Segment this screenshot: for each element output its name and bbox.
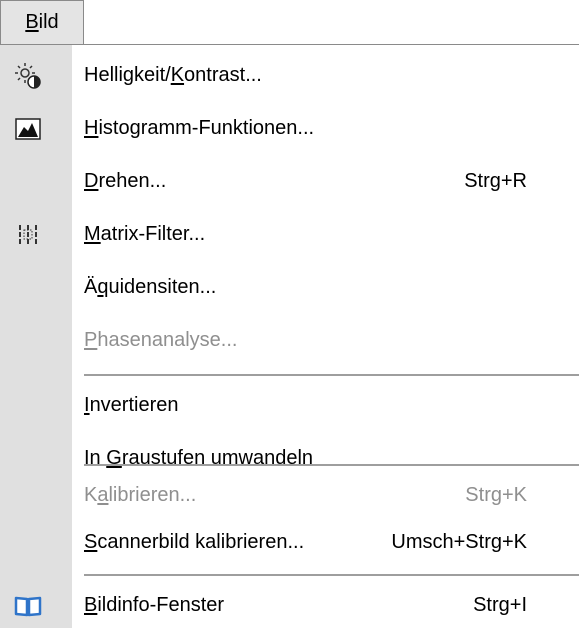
menu-item-invert[interactable]: Invertieren [0,383,579,428]
menu-item-label: Histogramm-Funktionen... [84,117,315,139]
menu-item-label: Scannerbild kalibrieren... [84,531,305,553]
menu-item-label: Äquidensiten... [84,276,217,298]
menu-item-label: Invertieren [84,394,179,416]
brightness-contrast-icon [14,62,42,90]
menu-item-calibrate-scanner-image[interactable]: Scannerbild kalibrieren... Umsch+Strg+K [0,520,579,565]
menu-item-phase-analysis: Phasenanalyse... [0,318,579,363]
menu-separator [84,574,579,576]
menu-item-label: Helligkeit/Kontrast... [84,64,262,86]
menu-item-label: Matrix-Filter... [84,223,206,245]
bild-dropdown-menu: Helligkeit/Kontrast... Histogramm-Funkti… [0,44,579,628]
book-icon [14,592,42,620]
menu-item-shortcut: Strg+R [464,170,527,192]
menu-item-label: Kalibrieren... [84,484,197,506]
menu-separator [84,464,579,466]
menu-item-label: Drehen... [84,170,167,192]
menu-item-shortcut: Umsch+Strg+K [391,531,527,553]
menu-item-matrix-filter[interactable]: Matrix-Filter... [0,212,579,257]
menu-item-shortcut: Strg+I [473,594,527,616]
menu-item-equidensities[interactable]: Äquidensiten... [0,265,579,310]
menu-item-label: Phasenanalyse... [84,329,238,351]
menu-item-image-info-window[interactable]: Bildinfo-Fenster Strg+I [0,583,579,628]
matrix-filter-icon [14,221,42,249]
menu-bild[interactable]: Bild [0,0,84,44]
menu-separator [84,374,579,376]
menu-item-calibrate: Kalibrieren... Strg+K [0,473,579,518]
menu-item-histogram[interactable]: Histogramm-Funktionen... [0,106,579,151]
menu-item-shortcut: Strg+K [465,484,527,506]
histogram-icon [14,115,42,143]
menu-item-rotate[interactable]: Drehen... Strg+R [0,159,579,204]
menu-bar: Bild [0,0,579,44]
menu-item-brightness-contrast[interactable]: Helligkeit/Kontrast... [0,53,579,98]
menu-item-label: Bildinfo-Fenster [84,594,225,616]
